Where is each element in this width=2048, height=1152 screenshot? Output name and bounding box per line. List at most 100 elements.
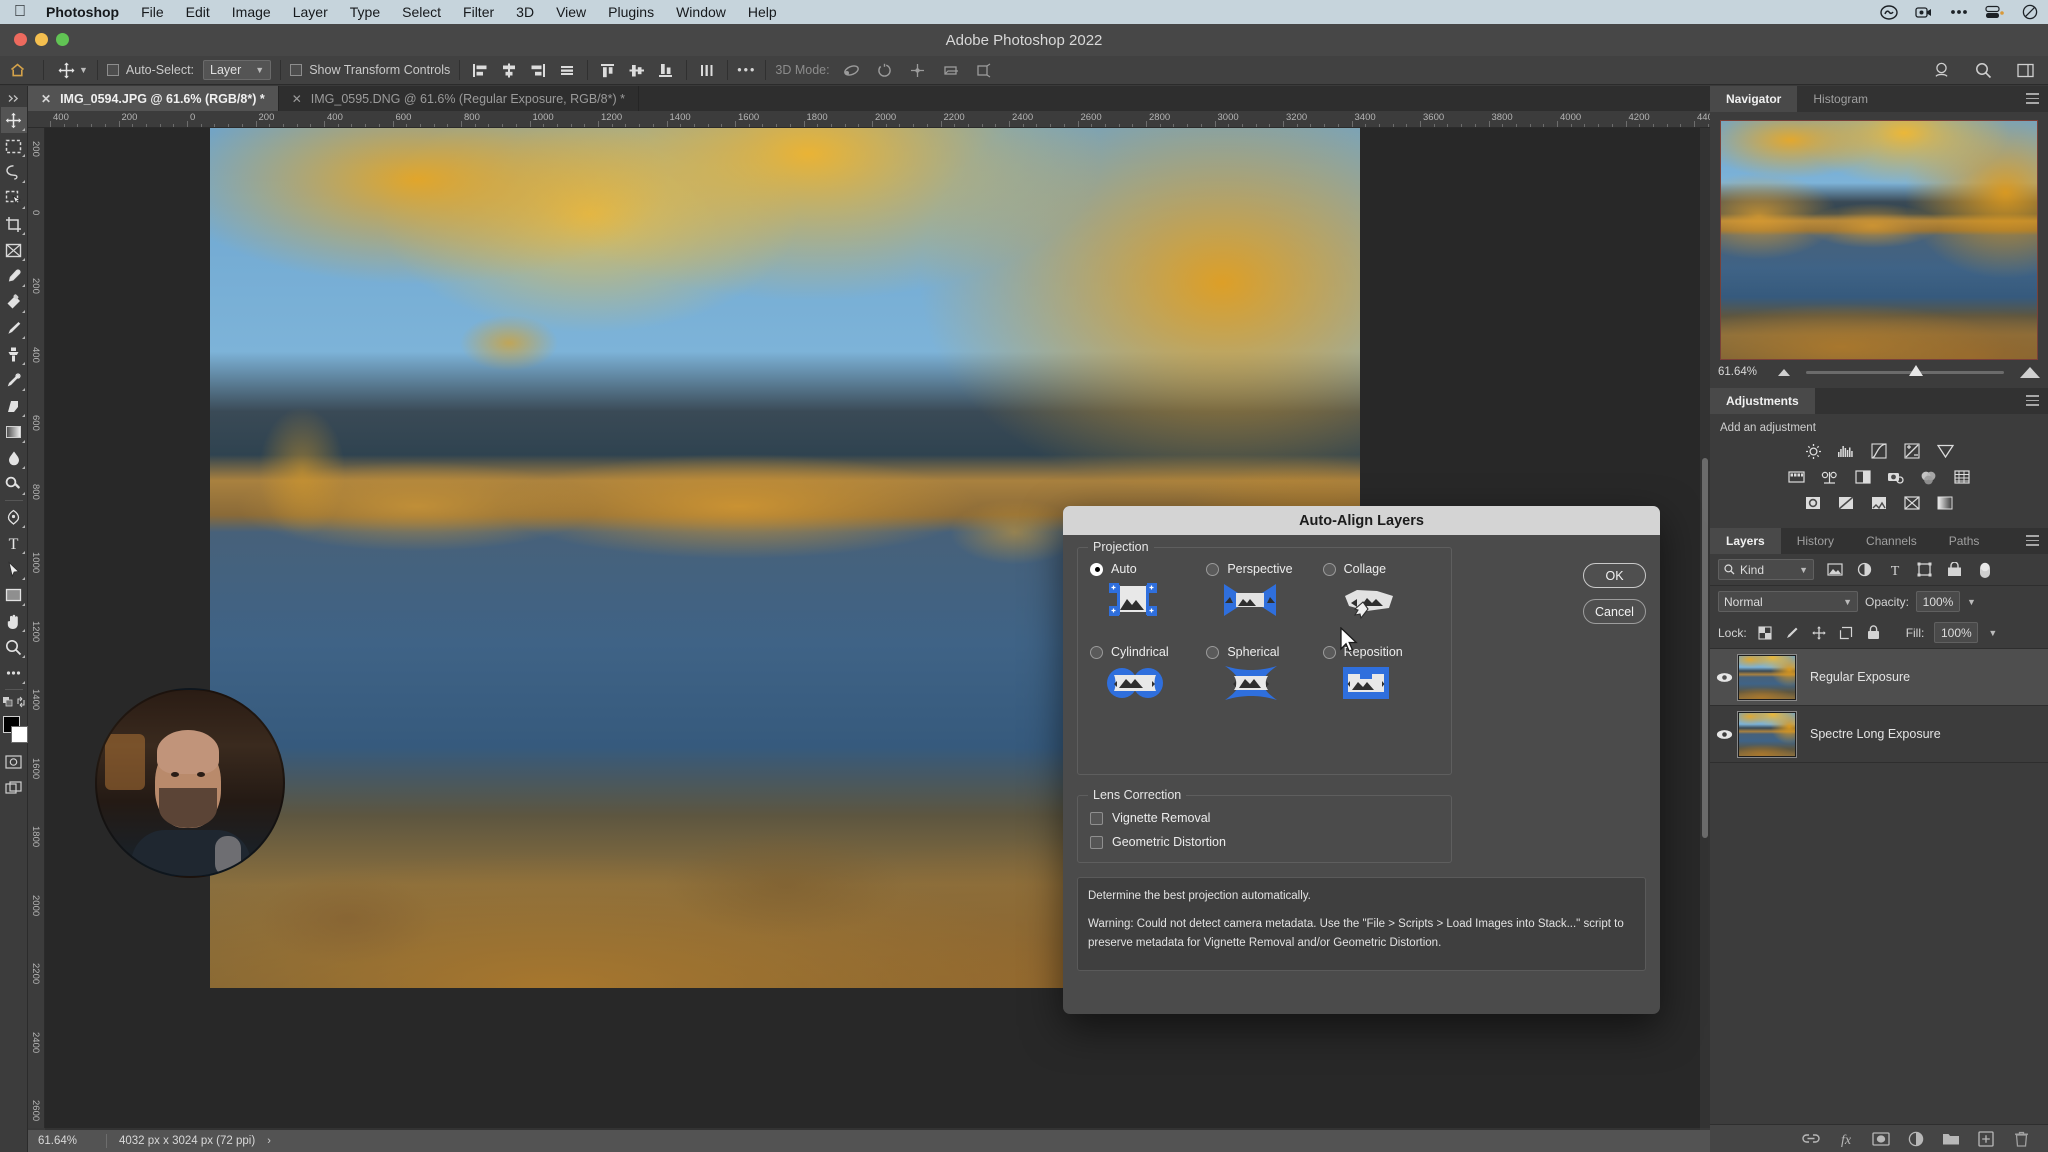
lock-image-pixels-icon[interactable] bbox=[1784, 624, 1801, 641]
link-layers-icon[interactable] bbox=[1802, 1130, 1820, 1148]
opacity-chevron-down-icon[interactable]: ▼ bbox=[1967, 597, 1976, 607]
workspace-icon[interactable] bbox=[2012, 59, 2038, 81]
menu-item-edit[interactable]: Edit bbox=[186, 4, 210, 20]
posterize-icon[interactable] bbox=[1835, 492, 1857, 514]
type-tool[interactable]: T bbox=[1, 530, 27, 556]
crop-tool[interactable] bbox=[1, 211, 27, 237]
lock-position-icon[interactable] bbox=[1811, 624, 1828, 641]
projection-option-perspective[interactable]: Perspective bbox=[1206, 562, 1322, 625]
align-horizontal-centers-icon[interactable] bbox=[498, 60, 520, 80]
align-top-edges-icon[interactable] bbox=[597, 60, 619, 80]
pen-tool[interactable] bbox=[1, 504, 27, 530]
status-zoom-level[interactable]: 61.64% bbox=[28, 1135, 106, 1147]
color-balance-icon[interactable] bbox=[1819, 466, 1841, 488]
layer-thumbnail[interactable] bbox=[1737, 653, 1797, 701]
control-center-icon[interactable] bbox=[1950, 9, 1968, 15]
new-adjustment-layer-icon[interactable] bbox=[1907, 1130, 1925, 1148]
auto-select-dropdown[interactable]: Layer ▼ bbox=[203, 60, 272, 80]
invert-icon[interactable] bbox=[1802, 492, 1824, 514]
tab-navigator[interactable]: Navigator bbox=[1710, 86, 1798, 112]
navigator-zoom-value[interactable]: 61.64% bbox=[1718, 366, 1770, 378]
new-group-icon[interactable] bbox=[1942, 1130, 1960, 1148]
threshold-icon[interactable] bbox=[1868, 492, 1890, 514]
ok-button[interactable]: OK bbox=[1583, 563, 1646, 588]
vignette-removal-option[interactable]: Vignette Removal bbox=[1090, 806, 1439, 830]
menu-item-plugins[interactable]: Plugins bbox=[608, 4, 654, 20]
fill-chevron-down-icon[interactable]: ▼ bbox=[1988, 628, 1997, 638]
roll-3d-icon[interactable] bbox=[872, 59, 898, 81]
navigator-thumbnail[interactable] bbox=[1720, 120, 2038, 360]
dodge-tool[interactable] bbox=[1, 471, 27, 497]
apple-logo-icon[interactable]:  bbox=[14, 4, 26, 20]
hand-tool[interactable] bbox=[1, 608, 27, 634]
clone-stamp-tool[interactable] bbox=[1, 341, 27, 367]
align-vertical-centers-icon[interactable] bbox=[626, 60, 648, 80]
zoom-in-mountain-icon[interactable] bbox=[2020, 366, 2040, 378]
new-layer-icon[interactable] bbox=[1977, 1130, 1995, 1148]
exposure-icon[interactable] bbox=[1901, 440, 1923, 462]
frame-tool[interactable] bbox=[1, 237, 27, 263]
scrollbar-thumb[interactable] bbox=[1702, 458, 1708, 838]
blend-mode-dropdown[interactable]: Normal ▼ bbox=[1718, 591, 1858, 612]
chevron-right-icon[interactable]: › bbox=[267, 1135, 271, 1147]
spot-healing-brush-tool[interactable] bbox=[1, 289, 27, 315]
creative-cloud-icon[interactable] bbox=[1880, 4, 1898, 20]
menu-item-select[interactable]: Select bbox=[402, 4, 441, 20]
hue-saturation-icon[interactable] bbox=[1786, 466, 1808, 488]
more-options-button[interactable]: ••• bbox=[737, 63, 756, 77]
path-selection-tool[interactable] bbox=[1, 556, 27, 582]
projection-option-spherical[interactable]: Spherical bbox=[1206, 645, 1322, 708]
window-close-button[interactable] bbox=[14, 33, 27, 46]
window-zoom-button[interactable] bbox=[56, 33, 69, 46]
eraser-tool[interactable] bbox=[1, 393, 27, 419]
pan-3d-icon[interactable] bbox=[905, 59, 931, 81]
curves-icon[interactable] bbox=[1868, 440, 1890, 462]
align-right-edges-icon[interactable] bbox=[527, 60, 549, 80]
tab-layers[interactable]: Layers bbox=[1710, 528, 1781, 554]
radio-spherical[interactable] bbox=[1206, 645, 1220, 659]
filter-toggle-icon[interactable] bbox=[1975, 560, 1994, 579]
fill-input[interactable]: 100% bbox=[1934, 622, 1979, 643]
do-not-disturb-icon[interactable] bbox=[2022, 4, 2038, 20]
distribute-horizontally-icon[interactable] bbox=[556, 60, 578, 80]
geometric-distortion-checkbox[interactable] bbox=[1090, 835, 1103, 849]
menu-item-3d[interactable]: 3D bbox=[516, 4, 534, 20]
show-transform-controls-checkbox[interactable] bbox=[290, 64, 303, 76]
brush-tool[interactable] bbox=[1, 315, 27, 341]
eyedropper-tool[interactable] bbox=[1, 263, 27, 289]
document-tab-img-0595[interactable]: ✕ IMG_0595.DNG @ 61.6% (Regular Exposure… bbox=[278, 86, 639, 111]
menu-item-layer[interactable]: Layer bbox=[293, 4, 328, 20]
quick-mask-icon[interactable] bbox=[1, 749, 27, 775]
gradient-map-icon[interactable] bbox=[1934, 492, 1956, 514]
home-icon[interactable] bbox=[0, 63, 34, 77]
close-icon[interactable]: ✕ bbox=[292, 92, 302, 106]
levels-icon[interactable] bbox=[1835, 440, 1857, 462]
menu-item-help[interactable]: Help bbox=[748, 4, 777, 20]
window-traffic-lights[interactable] bbox=[14, 33, 69, 46]
panel-menu-icon[interactable] bbox=[2026, 395, 2039, 406]
tab-channels[interactable]: Channels bbox=[1850, 528, 1933, 554]
default-colors-and-swap-icon[interactable] bbox=[1, 693, 27, 711]
layer-row-regular-exposure[interactable]: Regular Exposure bbox=[1710, 649, 2048, 706]
align-bottom-edges-icon[interactable] bbox=[655, 60, 677, 80]
filter-adjustment-icon[interactable] bbox=[1855, 560, 1874, 579]
edit-toolbar-icon[interactable] bbox=[1, 660, 27, 686]
lock-artboard-nesting-icon[interactable] bbox=[1838, 624, 1855, 641]
eye-icon[interactable] bbox=[1710, 729, 1738, 740]
layer-kind-filter-dropdown[interactable]: Kind ▼ bbox=[1718, 559, 1814, 580]
window-minimize-button[interactable] bbox=[35, 33, 48, 46]
orbit-3d-icon[interactable] bbox=[839, 59, 865, 81]
filter-shape-icon[interactable] bbox=[1915, 560, 1934, 579]
radio-cylindrical[interactable] bbox=[1090, 645, 1103, 659]
gradient-tool[interactable] bbox=[1, 419, 27, 445]
align-left-edges-icon[interactable] bbox=[469, 60, 491, 80]
toolbar-collapse-icon[interactable] bbox=[1, 89, 27, 107]
menu-item-view[interactable]: View bbox=[556, 4, 586, 20]
geometric-distortion-option[interactable]: Geometric Distortion bbox=[1090, 830, 1439, 854]
color-lookup-icon[interactable] bbox=[1951, 466, 1973, 488]
opacity-input[interactable]: 100% bbox=[1916, 591, 1961, 612]
distribute-vertically-icon[interactable] bbox=[696, 60, 718, 80]
menu-item-type[interactable]: Type bbox=[350, 4, 380, 20]
history-brush-tool[interactable] bbox=[1, 367, 27, 393]
slider-thumb[interactable] bbox=[1908, 364, 1923, 376]
